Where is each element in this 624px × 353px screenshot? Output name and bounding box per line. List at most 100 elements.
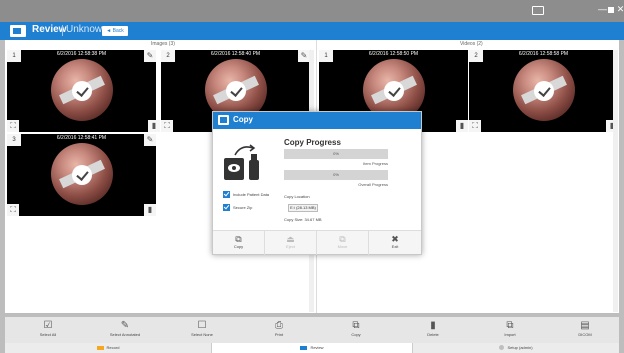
copy-location-button[interactable]: E:\ (28.13 MB) [288,204,318,212]
copy-icon: ⧉ [235,234,242,244]
dicom-button[interactable]: ▤ DICOM [547,317,623,343]
maximize-icon[interactable] [608,7,614,13]
selected-check-icon [384,81,404,101]
overall-progress-label: Overall Progress [358,182,388,187]
copy-to-usb-icon [224,144,259,180]
eject-icon: ⏏ [286,234,295,244]
video-timestamp: 6/2/2016 12:58:58 PM [518,51,569,57]
dialog-move-label: Move [337,244,348,249]
selected-check-icon [534,81,554,101]
exit-x-icon: ✖ [391,234,399,244]
dialog-eject-label: Eject [286,244,295,249]
video-tile[interactable]: 6/2/2016 12:58:58 PM 2 ⛶ ▮ [469,50,618,132]
gear-icon [499,345,505,351]
copy-label: Copy [351,332,361,337]
image-timestamp: 6/2/2016 12:58:38 PM [56,51,107,57]
move-icon: ⧉ [339,234,346,244]
close-icon[interactable]: ✕ [616,5,624,14]
copy-dialog: Copy Copy Progress 0% Item Progress 0% O… [212,111,422,255]
select-annotated-button[interactable]: ✎ Select Annotated [87,317,163,343]
header-divider [62,25,63,36]
tile-number: 2 [161,50,175,62]
review-icon [300,345,308,350]
app-header: Review Unknown ◄ Back [0,22,624,40]
dialog-copy-label: Copy [233,244,244,249]
delete-icon[interactable]: ▮ [144,204,156,216]
expand-icon[interactable]: ⛶ [7,120,19,132]
nav-setup-label: Setup (admin) [507,345,533,350]
select-none-label: Select None [191,332,213,337]
nav-review[interactable]: Review [212,343,412,353]
copy-size: Copy Size: 34.67 MB [284,217,322,222]
review-logo-icon [10,25,26,37]
overall-progress-bar: 0% [284,170,388,180]
print-label: Print [274,332,284,337]
select-all-button[interactable]: ☑ Select All [10,317,86,343]
image-timestamp: 6/2/2016 12:58:40 PM [210,51,261,57]
dialog-copy-button[interactable]: ⧉ Copy [213,231,265,255]
dialog-move-button[interactable]: ⧉ Move [317,231,369,255]
image-timestamp: 6/2/2016 12:58:41 PM [56,135,107,141]
copy-icon: ⧉ [352,320,360,331]
dialog-exit-label: Exit [391,244,399,249]
record-folder-icon [96,345,104,350]
tile-number: 1 [7,50,21,62]
annotate-pen-icon[interactable]: ✎ [144,50,156,62]
nav-record[interactable]: Record [5,343,211,353]
delete-button[interactable]: ▮ Delete [395,317,471,343]
import-label: Import [504,332,516,337]
image-tile[interactable]: 6/2/2016 12:58:38 PM 1 ✎ ⛶ [7,50,156,132]
copy-icon [218,115,229,125]
dialog-eject-button[interactable]: ⏏ Eject [265,231,317,255]
print-button[interactable]: ⎙ Print [241,317,317,343]
videos-section-title: Videos (2) [460,41,483,47]
secure-zip-checkbox[interactable] [223,204,230,211]
select-annotated-label: Select Annotated [109,332,141,337]
annotate-pen-icon[interactable]: ✎ [144,134,156,146]
printer-icon: ⎙ [275,320,283,331]
images-section-title: Images (3) [151,41,175,47]
minimize-icon[interactable]: — [598,5,607,14]
tile-number: 3 [7,134,21,146]
dialog-header: Copy [213,112,421,129]
window-titlebar: — ✕ [0,0,624,22]
image-tile[interactable]: 6/2/2016 12:58:41 PM 3 ✎ ⛶ ▮ [7,134,156,216]
nav-record-label: Record [106,345,120,350]
expand-icon[interactable]: ⛶ [161,120,173,132]
delete-icon[interactable]: ▮ [456,120,468,132]
selected-check-icon [226,81,246,101]
selected-check-icon [72,81,92,101]
selected-check-icon [72,165,92,185]
tile-number: 1 [319,50,333,62]
import-icon: ⧉ [506,320,514,331]
copy-location-label: Copy Location [284,194,310,199]
select-all-icon: ☑ [43,320,53,331]
video-timestamp: 6/2/2016 12:58:50 PM [368,51,419,57]
dialog-exit-button[interactable]: ✖ Exit [369,231,421,255]
dicom-icon: ▤ [580,320,590,331]
dialog-footer: ⧉ Copy ⏏ Eject ⧉ Move ✖ Exit [213,230,421,255]
nav-setup[interactable]: Setup (admin) [413,343,619,353]
message-icon[interactable] [532,6,544,15]
import-button[interactable]: ⧉ Import [472,317,548,343]
copy-button[interactable]: ⧉ Copy [318,317,394,343]
nav-review-label: Review [310,345,324,350]
progress-title: Copy Progress [284,138,341,147]
trash-icon: ▮ [430,320,436,331]
item-progress-bar: 0% [284,149,388,159]
bottom-toolbar: ☑ Select All ✎ Select Annotated ☐ Select… [5,317,619,343]
overall-progress-value: 0% [333,172,339,177]
back-button[interactable]: ◄ Back [102,26,128,36]
include-patient-data-checkbox[interactable] [223,191,230,198]
dialog-title: Copy [233,115,253,124]
expand-icon[interactable]: ⛶ [469,120,481,132]
tile-number: 2 [469,50,483,62]
expand-icon[interactable]: ⛶ [7,204,19,216]
delete-label: Delete [427,332,439,337]
videos-scrollbar[interactable] [613,50,618,312]
pen-icon: ✎ [120,320,130,331]
item-progress-value: 0% [333,151,339,156]
select-none-button[interactable]: ☐ Select None [164,317,240,343]
delete-icon[interactable]: ▮ [148,120,160,132]
dicom-label: DICOM [578,332,592,337]
